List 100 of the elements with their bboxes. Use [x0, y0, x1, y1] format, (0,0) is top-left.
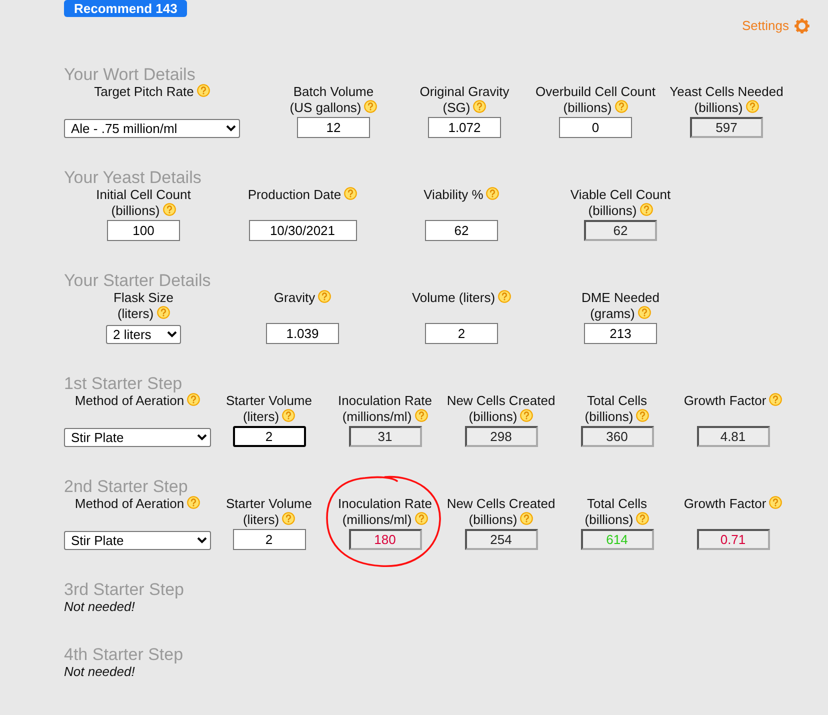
field-label: Viable Cell Count [570, 187, 671, 202]
field-label: (millions/ml) [342, 512, 412, 527]
help-icon[interactable] [638, 306, 651, 319]
help-icon[interactable] [520, 409, 534, 422]
help-icon[interactable] [318, 290, 332, 303]
help-icon[interactable] [162, 203, 176, 216]
input-field[interactable]: 0 [559, 117, 632, 138]
recommend-button[interactable]: Recommend 143 [64, 0, 188, 17]
help-icon[interactable] [640, 203, 653, 216]
dropdown[interactable]: Stir Plate [64, 428, 211, 447]
help-icon[interactable] [769, 393, 782, 406]
field-label: Total Cells [587, 393, 647, 408]
result-field: 254 [464, 529, 538, 550]
field-label: (SG) [442, 100, 470, 115]
field-label: Starter Volume [226, 393, 312, 408]
field-label: (billions) [588, 203, 637, 218]
section-title: Your Starter Details [64, 271, 212, 290]
help-icon[interactable] [187, 393, 200, 406]
help-icon[interactable] [636, 512, 650, 525]
input-field[interactable]: 2 [425, 323, 498, 344]
help-icon[interactable] [344, 187, 358, 200]
input-field[interactable]: 213 [584, 323, 657, 344]
field-label: (billions) [563, 100, 612, 115]
result-field: 298 [464, 426, 538, 447]
field-label: Production Date [248, 187, 342, 202]
help-icon[interactable] [746, 100, 759, 113]
field-label: (liters) [242, 512, 280, 527]
field-label: Inoculation Rate [338, 496, 432, 511]
section-title: Your Yeast Details [64, 168, 202, 187]
dropdown[interactable]: Stir Plate [64, 531, 211, 550]
field-label: (billions) [584, 512, 634, 527]
input-field[interactable]: 1.039 [266, 323, 339, 344]
help-icon[interactable] [414, 409, 428, 422]
help-icon[interactable] [282, 512, 296, 525]
section-title: 2nd Starter Step [64, 477, 189, 496]
result-field: 0.71 [696, 529, 770, 550]
field-label: Yeast Cells Needed [670, 84, 784, 99]
result-field: 180 [348, 529, 422, 550]
result-field: 614 [580, 529, 654, 550]
help-icon[interactable] [187, 496, 200, 509]
input-field[interactable]: 1.072 [428, 117, 501, 138]
help-icon[interactable] [636, 409, 650, 422]
section-title: 1st Starter Step [64, 374, 184, 393]
field-label: (millions/ml) [342, 409, 412, 424]
dropdown[interactable]: Ale - .75 million/ml [64, 119, 240, 138]
field-label: Batch Volume [293, 84, 374, 99]
field-label: Target Pitch Rate [94, 84, 194, 99]
help-icon[interactable] [769, 496, 782, 509]
field-label: Starter Volume [226, 496, 312, 511]
field-label: (grams) [590, 306, 635, 321]
field-label: Initial Cell Count [96, 187, 191, 202]
field-label: New Cells Created [446, 393, 556, 408]
input-field[interactable]: 2 [232, 529, 306, 550]
field-label: (billions) [111, 203, 160, 218]
field-label: (billions) [468, 512, 518, 527]
not-needed-note: Not needed! [64, 599, 136, 615]
field-label: (billions) [468, 409, 518, 424]
section-title: 4th Starter Step [64, 645, 184, 664]
field-label: Flask Size [114, 290, 174, 305]
section-title: Your Wort Details [64, 65, 196, 84]
field-label: (US gallons) [290, 100, 362, 115]
field-label: Overbuild Cell Count [536, 84, 656, 99]
field-label: Growth Factor [684, 393, 766, 408]
field-label: Growth Factor [684, 496, 766, 511]
field-label: Method of Aeration [74, 496, 184, 511]
input-field[interactable]: 100 [107, 220, 180, 241]
section-title: 3rd Starter Step [64, 580, 186, 599]
field-label: Gravity [274, 290, 316, 305]
help-icon[interactable] [282, 409, 296, 422]
help-icon[interactable] [364, 100, 378, 113]
help-icon[interactable] [414, 512, 428, 525]
field-label: New Cells Created [446, 496, 556, 511]
help-icon[interactable] [196, 84, 210, 97]
help-icon[interactable] [486, 187, 500, 200]
field-label: (billions) [584, 409, 634, 424]
result-field: 31 [348, 426, 422, 447]
field-label: (liters) [117, 306, 154, 321]
result-field: 62 [584, 220, 657, 241]
help-icon[interactable] [156, 306, 170, 319]
result-field: 597 [690, 117, 763, 138]
input-field[interactable]: 2 [232, 426, 306, 447]
result-field: 360 [580, 426, 654, 447]
field-label: Volume (liters) [412, 290, 496, 305]
help-icon[interactable] [520, 512, 534, 525]
field-label: (liters) [242, 409, 280, 424]
field-label: Total Cells [587, 496, 647, 511]
result-field: 4.81 [696, 426, 770, 447]
field-label: DME Needed [581, 290, 660, 305]
help-icon[interactable] [614, 100, 628, 113]
not-needed-note: Not needed! [64, 664, 136, 680]
field-label: (billions) [694, 100, 743, 115]
settings-icon[interactable] [794, 18, 810, 34]
help-icon[interactable] [498, 290, 512, 303]
input-field[interactable]: 62 [425, 220, 498, 241]
field-label: Original Gravity [420, 84, 510, 99]
help-icon[interactable] [473, 100, 486, 113]
input-field[interactable]: 10/30/2021 [248, 220, 356, 241]
dropdown[interactable]: 2 liters [106, 325, 181, 344]
field-label: Viability % [424, 187, 484, 202]
input-field[interactable]: 12 [297, 117, 370, 138]
